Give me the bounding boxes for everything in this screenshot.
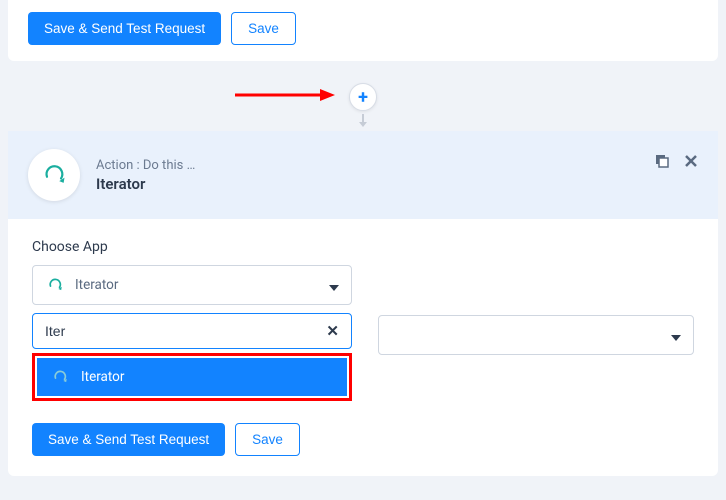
step-title: Iterator [96, 175, 195, 193]
choose-app-label: Choose App [32, 239, 694, 255]
dropdown-item-label: Iterator [81, 369, 124, 385]
step-app-icon [28, 149, 80, 201]
iterator-icon [51, 368, 69, 386]
iterator-icon [45, 275, 65, 295]
dropdown-item-iterator[interactable]: Iterator [37, 358, 347, 396]
step-card: Action : Do this … Iterator Choose App I… [8, 131, 718, 476]
step-actions [654, 153, 698, 173]
clear-search-icon[interactable]: ✕ [326, 322, 339, 340]
save-send-button-bottom[interactable]: Save & Send Test Request [32, 423, 225, 456]
choose-app-search[interactable]: ✕ [32, 313, 352, 349]
save-send-button-top[interactable]: Save & Send Test Request [28, 12, 221, 45]
step-type-label: Action : Do this … [96, 158, 195, 173]
caret-down-icon [329, 276, 339, 295]
bottom-buttons: Save & Send Test Request Save [32, 423, 694, 456]
choose-app-select[interactable]: Iterator [32, 265, 352, 305]
plus-icon: + [358, 87, 368, 108]
add-step-button[interactable]: + [349, 83, 377, 111]
close-icon[interactable] [684, 153, 698, 173]
connector: + [0, 61, 726, 131]
step-text: Action : Do this … Iterator [96, 158, 195, 193]
choose-app-dropdown: Iterator [32, 353, 352, 401]
choose-app-selected-value: Iterator [75, 277, 118, 293]
step-header[interactable]: Action : Do this … Iterator [8, 131, 718, 219]
choose-app-search-input[interactable] [45, 323, 339, 339]
caret-down-icon [671, 326, 681, 345]
secondary-select[interactable] [378, 315, 694, 355]
top-card: Save & Send Test Request Save [8, 0, 718, 61]
step-body: Choose App Iterator ✕ [8, 219, 718, 476]
duplicate-icon[interactable] [654, 153, 670, 173]
save-button-top[interactable]: Save [231, 12, 296, 45]
flow-arrow-down-icon [356, 113, 370, 132]
save-button-bottom[interactable]: Save [235, 423, 300, 456]
iterator-icon [40, 161, 68, 189]
red-arrow-annotation [235, 85, 335, 105]
